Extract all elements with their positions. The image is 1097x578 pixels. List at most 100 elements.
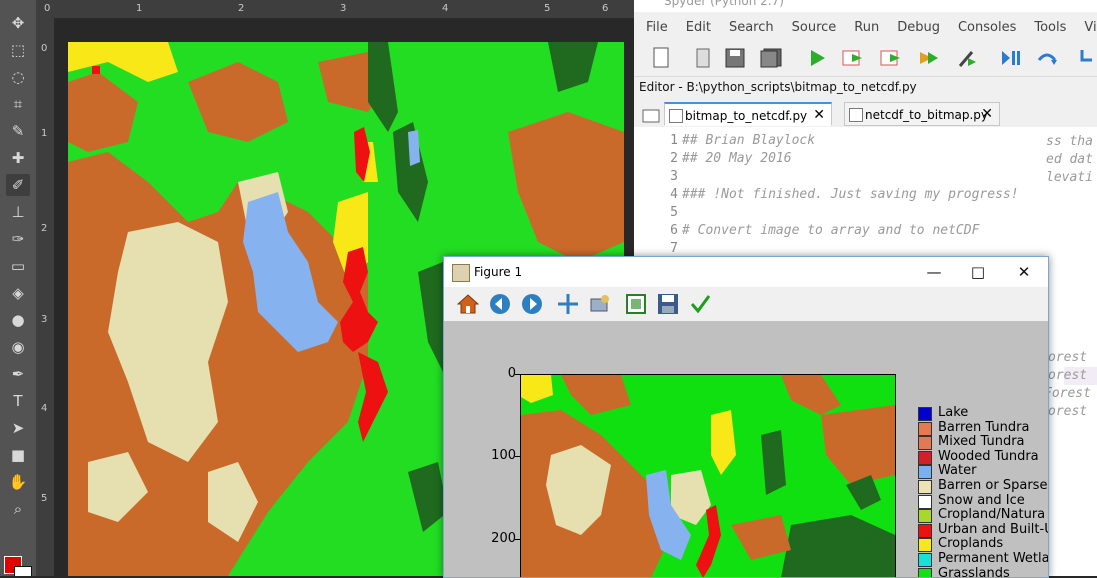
python-file-icon <box>669 109 683 123</box>
type-tool-icon[interactable]: T <box>6 390 30 412</box>
editor-path: Editor - B:\python_scripts\bitmap_to_net… <box>634 77 1097 97</box>
legend-swatch <box>918 407 932 421</box>
shape-tool-icon[interactable]: ■ <box>6 444 30 466</box>
home-icon[interactable] <box>456 292 480 316</box>
spyder-title: Spyder (Python 2.7) <box>664 0 784 8</box>
tab-label: bitmap_to_netcdf.py <box>685 109 808 123</box>
legend-swatch <box>918 421 932 436</box>
legend-label: Mixed Tundra <box>938 434 1025 450</box>
legend-swatch <box>918 494 932 509</box>
stamp-tool-icon[interactable]: ⊥ <box>6 201 30 223</box>
menu-edit[interactable]: Edit <box>686 16 711 40</box>
code-fragment: orest <box>1048 404 1088 419</box>
code-fragment: ed dat <box>1046 152 1093 167</box>
pen-tool-icon[interactable]: ✒ <box>6 363 30 385</box>
run-cell-advance-icon[interactable] <box>878 45 904 71</box>
open-file-icon[interactable] <box>690 45 716 71</box>
zoom-tool-icon[interactable]: ⌕ <box>6 498 30 520</box>
legend-swatch <box>918 436 932 451</box>
eyedropper-tool-icon[interactable]: ✎ <box>6 120 30 142</box>
figure-title: Figure 1 <box>474 265 523 279</box>
ruler-left-number: 2 <box>41 223 48 234</box>
menu-search[interactable]: Search <box>729 16 774 40</box>
healing-tool-icon[interactable]: ✚ <box>6 147 30 169</box>
close-tab-icon[interactable]: ✕ <box>813 107 825 123</box>
move-tool-icon[interactable]: ✥ <box>6 12 30 34</box>
code-line: ## 20 May 2016 <box>682 151 792 166</box>
back-icon[interactable] <box>488 292 512 316</box>
debug-icon[interactable] <box>998 45 1024 71</box>
save-figure-icon[interactable] <box>656 292 680 316</box>
run-cell-icon[interactable] <box>840 45 866 71</box>
code-line: # Convert image to array and to netCDF <box>682 223 980 238</box>
line-number: 3 <box>670 169 678 184</box>
path-select-icon[interactable]: ➤ <box>6 417 30 439</box>
close-tab-icon[interactable]: ✕ <box>981 106 993 122</box>
figure-canvas: 0 100 200 Lake Barren Tundra Mixed Tundra W… <box>444 321 1048 577</box>
blur-tool-icon[interactable]: ● <box>6 309 30 331</box>
minimize-icon[interactable]: — <box>924 263 944 281</box>
legend-label: Urban and Built-U <box>938 521 1049 537</box>
close-icon[interactable]: ✕ <box>1014 263 1034 281</box>
hand-tool-icon[interactable]: ✋ <box>6 471 30 493</box>
marquee-tool-icon[interactable]: ⬚ <box>6 39 30 61</box>
legend-label: Barren Tundra <box>938 419 1030 435</box>
line-number: 5 <box>670 205 678 220</box>
menu-consoles[interactable]: Consoles <box>958 16 1016 40</box>
forward-icon[interactable] <box>520 292 544 316</box>
history-brush-icon[interactable]: ✑ <box>6 228 30 250</box>
tab-netcdf-to-bitmap[interactable]: netcdf_to_bitmap.py ✕ <box>844 102 1000 126</box>
ps-ruler-top: 0 1 2 3 4 5 6 <box>36 0 634 19</box>
matplotlib-logo-icon <box>452 264 470 282</box>
legend: Lake Barren Tundra Mixed Tundra Wooded Tund… <box>916 405 1049 578</box>
code-line: ### !Not finished. Just saving my progre… <box>682 187 1019 202</box>
ruler-top-number: 4 <box>442 3 449 14</box>
legend-label: Snow and Ice <box>938 492 1025 508</box>
tab-bitmap-to-netcdf[interactable]: bitmap_to_netcdf.py ✕ <box>664 102 832 126</box>
line-number: 1 <box>670 133 678 148</box>
new-file-icon[interactable] <box>648 45 674 71</box>
eraser-tool-icon[interactable]: ▭ <box>6 255 30 277</box>
save-icon[interactable] <box>722 45 748 71</box>
tab-label: netcdf_to_bitmap.py <box>865 108 989 122</box>
run-icon[interactable] <box>804 45 830 71</box>
background-color-swatch[interactable] <box>14 566 32 576</box>
configure-subplots-icon[interactable] <box>588 292 612 316</box>
step-icon[interactable] <box>1034 45 1060 71</box>
run-selection-icon[interactable] <box>916 45 942 71</box>
menu-view[interactable]: View <box>1084 16 1097 40</box>
crop-tool-icon[interactable]: ⌗ <box>6 93 30 115</box>
spyder-menubar: File Edit Search Source Run Debug Consoles Tool… <box>634 16 1097 40</box>
save-all-icon[interactable] <box>758 45 784 71</box>
editor-tabbar: bitmap_to_netcdf.py ✕ netcdf_to_bitmap.p… <box>634 100 1097 126</box>
lasso-tool-icon[interactable]: ◌ <box>6 66 30 88</box>
check-icon[interactable] <box>688 292 712 316</box>
tab-browse-icon[interactable] <box>638 102 664 128</box>
menu-run[interactable]: Run <box>854 16 879 40</box>
brush-tool-icon[interactable]: ✐ <box>6 174 30 196</box>
step-into-icon[interactable] <box>1074 45 1097 71</box>
menu-source[interactable]: Source <box>792 16 837 40</box>
legend-label: Water <box>938 463 977 479</box>
zoom-rect-icon[interactable] <box>624 292 648 316</box>
ruler-left-number: 3 <box>41 314 48 325</box>
legend-label: Barren or Sparse <box>938 478 1048 493</box>
python-file-icon <box>849 108 863 122</box>
ruler-top-number: 1 <box>136 3 143 14</box>
menu-debug[interactable]: Debug <box>897 16 940 40</box>
legend-label: Grasslands <box>938 565 1010 578</box>
figure-toolbar <box>444 287 1048 321</box>
menu-tools[interactable]: Tools <box>1034 16 1066 40</box>
code-fragment: levati <box>1046 170 1093 185</box>
dodge-tool-icon[interactable]: ◉ <box>6 336 30 358</box>
paint-bucket-icon[interactable]: ◈ <box>6 282 30 304</box>
menu-file[interactable]: File <box>646 16 668 40</box>
pan-icon[interactable] <box>556 292 580 316</box>
ruler-top-number: 0 <box>44 3 51 14</box>
image-plot[interactable] <box>520 374 896 578</box>
legend-label: Lake <box>938 405 969 420</box>
maximize-icon[interactable]: □ <box>968 263 988 281</box>
legend-swatch <box>918 450 932 465</box>
configure-run-icon[interactable] <box>954 45 980 71</box>
code-fragment: orest <box>1048 368 1088 383</box>
